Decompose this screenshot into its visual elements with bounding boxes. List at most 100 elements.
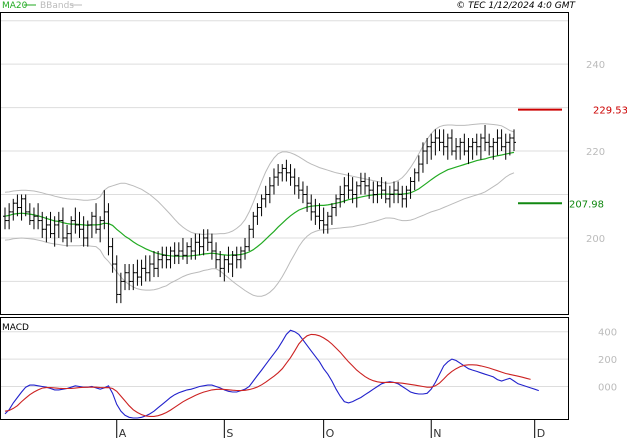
- ohlc-bar: [379, 177, 384, 199]
- ohlc-bar: [371, 181, 376, 204]
- ohlc-bar: [512, 129, 516, 152]
- ohlc-bar: [342, 177, 347, 204]
- price-panel-frame: [0, 12, 569, 315]
- ohlc-bar: [334, 194, 339, 217]
- ohlc-bar: [56, 211, 61, 238]
- ohlc-bar: [317, 203, 322, 230]
- ohlc-bar: [40, 211, 45, 238]
- ohlc-bar: [151, 250, 156, 278]
- x-axis: ASOND: [116, 420, 545, 440]
- ohlc-bar: [271, 168, 276, 195]
- ohlc-bar: [408, 177, 413, 199]
- support-label: 207.98: [569, 199, 604, 210]
- ohlc-bar: [391, 181, 396, 204]
- ohlc-bar: [358, 172, 363, 195]
- ohlc-bar: [255, 203, 260, 225]
- ohlc-bar: [483, 124, 488, 152]
- ohlc-bar: [60, 207, 65, 243]
- ohlc-bar: [85, 220, 90, 247]
- ohlc-bar: [238, 246, 243, 269]
- macd-tick-label: 000: [598, 382, 617, 393]
- month-label: N: [433, 427, 441, 440]
- ohlc-bar: [123, 264, 128, 291]
- bollinger-bands: [4, 123, 515, 297]
- month-label: O: [326, 427, 335, 440]
- ohlc-bar: [383, 181, 388, 204]
- ohlc-bar: [487, 133, 492, 156]
- ohlc-bar: [164, 246, 169, 269]
- ohlc-bar: [416, 155, 421, 182]
- macd-panel-frame: [0, 317, 569, 420]
- price-tick-label: 240: [586, 60, 605, 71]
- macd-lines: [4, 329, 539, 419]
- ohlc-bar: [396, 181, 401, 204]
- ohlc-bar: [172, 242, 177, 265]
- ohlc-bar: [127, 264, 132, 291]
- ohlc-bar: [160, 246, 165, 269]
- legend-ma20-label: MA20: [2, 1, 28, 11]
- ohlc-bar: [288, 164, 293, 186]
- ohlc-bar: [363, 172, 368, 195]
- price-gridlines: [0, 20, 568, 282]
- ohlc-bar: [478, 133, 483, 160]
- ohlc-bar: [296, 177, 301, 199]
- ohlc-bar: [309, 194, 314, 221]
- ohlc-bar: [507, 133, 512, 156]
- ohlc-bar: [375, 181, 380, 204]
- ohlc-bar: [81, 216, 86, 247]
- ohlc-bar: [404, 185, 409, 208]
- bband-lower: [4, 172, 515, 297]
- ohlc-bar: [251, 211, 256, 238]
- ohlc-bar: [300, 181, 305, 204]
- ohlc-bar: [143, 255, 148, 282]
- ohlc-bar: [214, 242, 219, 269]
- ohlc-bar: [276, 164, 281, 186]
- ohlc-bar: [11, 198, 16, 221]
- bband-upper: [4, 123, 515, 236]
- price-bars: [3, 124, 516, 304]
- ohlc-bar: [470, 138, 475, 160]
- ohlc-bar: [65, 224, 70, 247]
- ohlc-bar: [445, 133, 450, 160]
- ohlc-bar: [31, 207, 36, 230]
- ohlc-bar: [454, 138, 459, 160]
- ohlc-bar: [168, 246, 173, 269]
- ohlc-bar: [292, 168, 297, 195]
- macd-tick-label: 400: [598, 328, 617, 339]
- ohlc-bar: [325, 211, 330, 234]
- ohlc-bar: [420, 142, 425, 173]
- ohlc-bar: [329, 203, 334, 225]
- ohlc-bar: [106, 203, 111, 256]
- macd-gridlines: [0, 331, 568, 387]
- ohlc-bar: [503, 133, 508, 160]
- ma20-path: [4, 151, 515, 257]
- macd-axis: 000 200 400: [598, 328, 617, 394]
- macd-series-macd: [4, 329, 539, 419]
- macd-series-signal: [4, 333, 531, 417]
- macd-panel-label: MACD: [2, 323, 29, 333]
- macd-tick-label: 200: [598, 355, 617, 366]
- ohlc-bar: [267, 177, 272, 204]
- stock-chart: MA20 BBands © TEC 1/12/2024 4:0 GMT 229.…: [0, 1, 627, 440]
- ohlc-bar: [263, 185, 268, 208]
- ohlc-bar: [499, 129, 504, 152]
- ohlc-bar: [114, 255, 119, 304]
- ohlc-bar: [185, 242, 190, 265]
- ohlc-bar: [429, 133, 434, 160]
- ohlc-bar: [338, 185, 343, 208]
- ohlc-bar: [222, 255, 227, 282]
- price-tick-label: 200: [586, 234, 605, 245]
- ohlc-bar: [205, 229, 210, 251]
- ohlc-bar: [234, 246, 239, 269]
- ohlc-bar: [243, 237, 248, 260]
- ohlc-bar: [280, 164, 285, 182]
- ohlc-bar: [94, 203, 99, 234]
- ohlc-bar: [197, 233, 202, 256]
- ohlc-bar: [412, 168, 417, 191]
- resistance-label: 229.53: [593, 106, 627, 117]
- ohlc-bar: [3, 207, 7, 230]
- ohlc-bar: [118, 272, 123, 304]
- ohlc-bar: [73, 207, 78, 234]
- ohlc-bar: [437, 129, 442, 152]
- price-axis: 200 220 240: [586, 60, 605, 245]
